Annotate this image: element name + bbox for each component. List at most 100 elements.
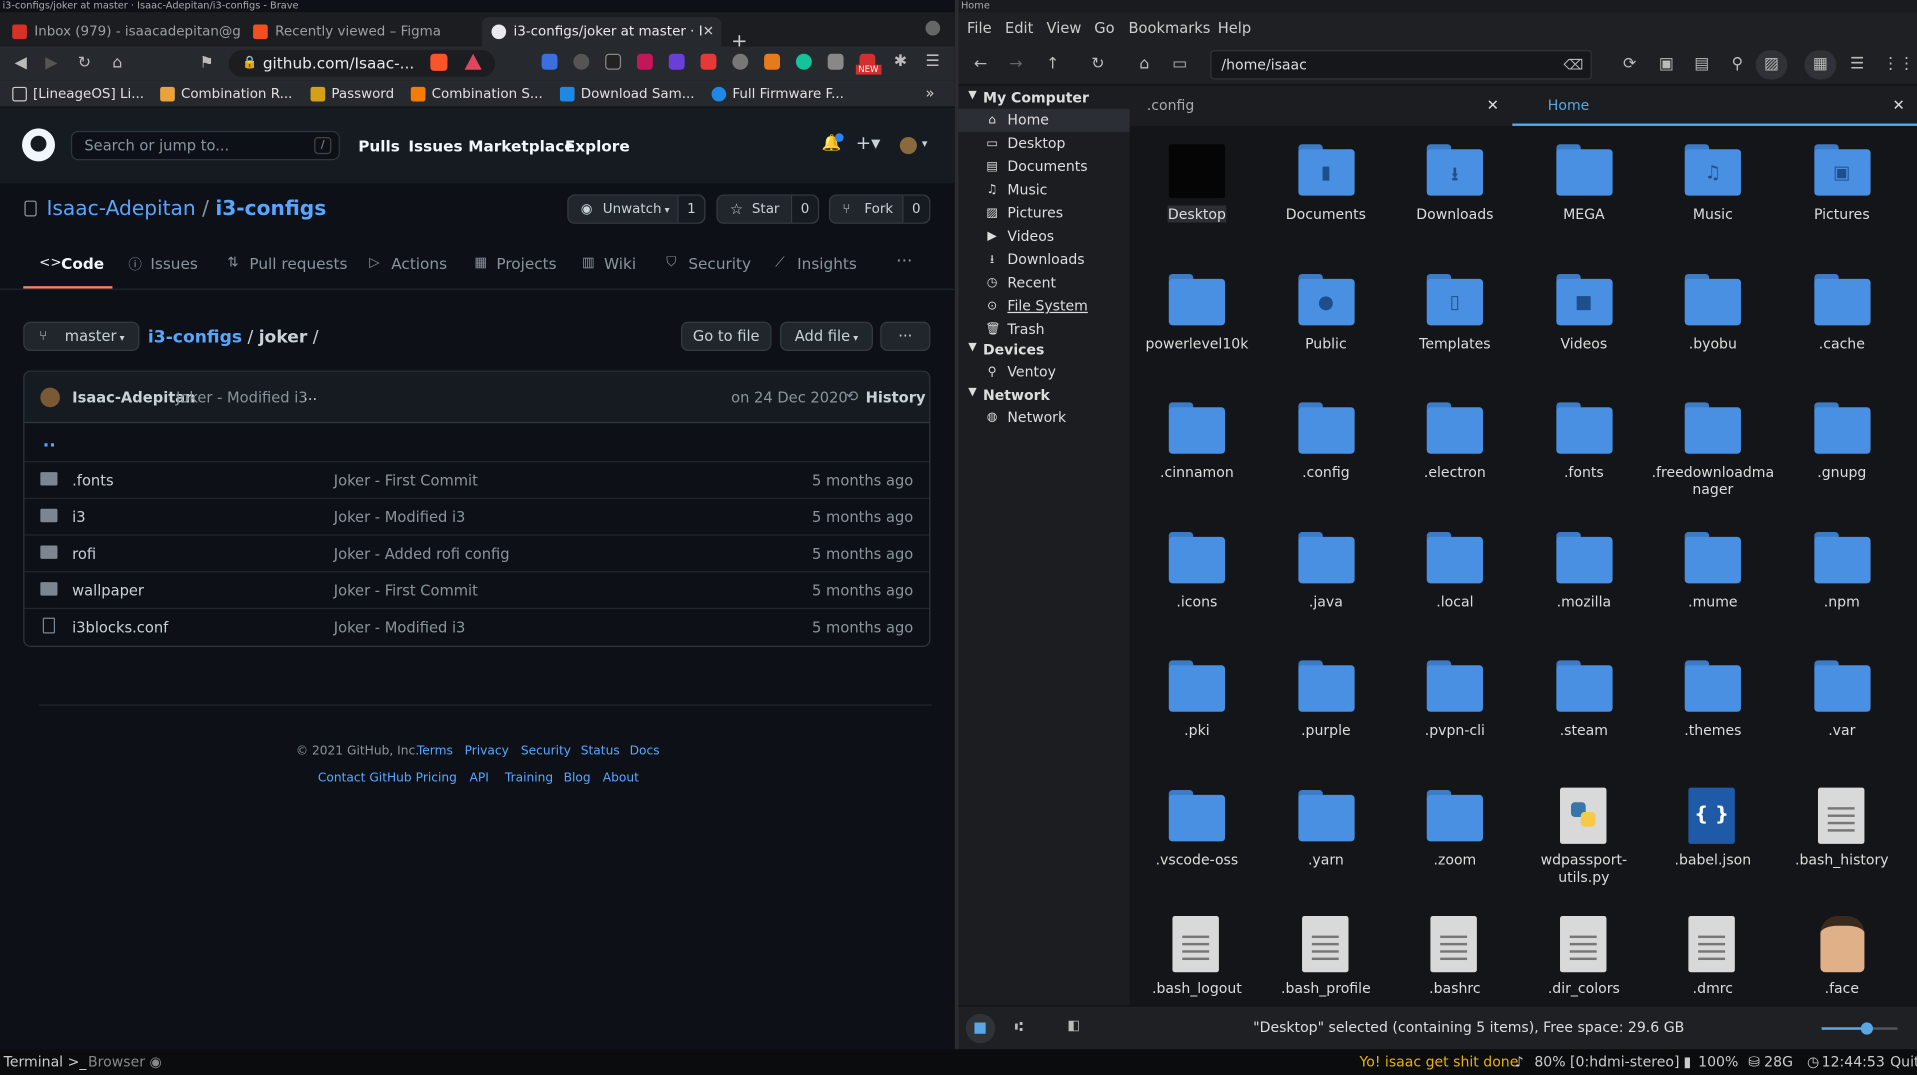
browser-tab-github[interactable]: i3-configs/joker at master · I ✕ xyxy=(481,17,722,47)
sidebar-item-home[interactable]: ⌂ Home xyxy=(958,108,1130,133)
history-link[interactable]: History xyxy=(866,389,926,406)
file-item[interactable]: .bash_history xyxy=(1778,777,1905,899)
file-item[interactable]: ▮ Documents xyxy=(1262,132,1389,254)
sidebar-item-pictures[interactable]: ▨ Pictures xyxy=(959,202,1130,225)
file-item[interactable]: .pki xyxy=(1133,648,1260,770)
new-folder-icon[interactable]: ▤ xyxy=(1692,55,1712,73)
watch-count[interactable]: 1 xyxy=(677,195,705,223)
file-item[interactable]: .var xyxy=(1778,648,1905,770)
breadcrumb-repo-link[interactable]: i3-configs xyxy=(148,328,242,348)
file-row[interactable]: i3blocks.conf Joker - Modified i3 5 months… xyxy=(24,607,930,645)
bookmark-item[interactable]: [LineageOS] Li... xyxy=(12,86,144,103)
file-item[interactable]: .fonts xyxy=(1520,390,1647,512)
file-item[interactable]: .dmrc xyxy=(1649,906,1776,1005)
file-item[interactable]: .pvpn-cli xyxy=(1391,648,1518,770)
repo-owner-link[interactable]: Isaac-Adepitan xyxy=(46,197,195,220)
sidebar-item-network[interactable]: ◍ Network xyxy=(959,406,1130,429)
sidebar-heading-devices[interactable]: ▼ Devices xyxy=(968,341,1044,358)
file-item[interactable]: ▣ Pictures xyxy=(1778,132,1905,254)
file-commit-message[interactable]: Joker - Modified i3 xyxy=(334,619,466,636)
zoom-slider-track[interactable] xyxy=(1821,1022,1898,1035)
fork-count[interactable]: 0 xyxy=(902,195,930,223)
file-row[interactable]: .fonts Joker - First Commit 5 months ago xyxy=(24,461,930,498)
tab-insights[interactable]: ⟋ Insights xyxy=(775,254,857,272)
unwatch-button[interactable]: ◉ Unwatch ▾ 1 xyxy=(567,194,706,224)
branch-selector[interactable]: ⑂ master ▾ xyxy=(23,321,140,351)
bookmark-item[interactable]: Full Firmware F... xyxy=(711,86,844,103)
file-item[interactable]: Desktop xyxy=(1133,132,1260,254)
file-item[interactable]: .freedownloadmanager xyxy=(1649,390,1776,512)
footer-link[interactable]: About xyxy=(603,772,639,785)
repo-name-link[interactable]: i3-configs xyxy=(215,197,326,220)
footer-link[interactable]: Contact GitHub xyxy=(318,772,412,785)
file-item[interactable]: ♫ Music xyxy=(1649,132,1776,254)
sidebar-item-ventoy[interactable]: ⚲ Ventoy xyxy=(959,361,1130,384)
bookmarks-overflow-icon[interactable]: » xyxy=(925,84,934,101)
bookmark-item[interactable]: Download Sam... xyxy=(559,86,695,103)
audio-status[interactable]: 80% [0:hdmi-stereo] xyxy=(1534,1049,1679,1075)
file-item[interactable]: .electron xyxy=(1391,390,1518,512)
sidebar-item-file-system[interactable]: ⊙ File System xyxy=(959,295,1130,318)
sidebar-heading-my-computer[interactable]: ▼ My Computer xyxy=(968,89,1089,106)
extension-youtube-icon[interactable] xyxy=(700,53,717,70)
github-search-input[interactable]: Search or jump to... / xyxy=(70,130,340,161)
tab-issues[interactable]: ⓘ Issues xyxy=(128,254,197,272)
nav-issues[interactable]: Issues xyxy=(408,137,462,155)
extension-notion-icon[interactable] xyxy=(605,53,622,70)
tab-code[interactable]: <> Code xyxy=(39,254,104,272)
extension-stack-icon[interactable] xyxy=(668,53,685,70)
home-icon[interactable]: ⌂ xyxy=(108,54,128,72)
extension-metamask-icon[interactable] xyxy=(764,53,781,70)
clear-location-icon[interactable]: ⌫ xyxy=(1563,51,1583,78)
workspace-browser[interactable]: Browser ◉ xyxy=(88,1049,162,1075)
parent-directory-link[interactable]: .. xyxy=(43,432,56,452)
back-icon[interactable]: ← xyxy=(971,55,991,73)
file-item[interactable]: .purple xyxy=(1262,648,1389,770)
file-item[interactable]: .yarn xyxy=(1262,777,1389,899)
file-item[interactable]: .config xyxy=(1262,390,1389,512)
workspace-terminal[interactable]: Terminal >_ xyxy=(4,1049,87,1075)
sidebar-toggle-icon[interactable]: ◧ xyxy=(1067,1018,1080,1034)
extension-grammarly-icon[interactable] xyxy=(795,53,812,70)
file-item[interactable]: .steam xyxy=(1520,648,1647,770)
quit-button[interactable]: Quit xyxy=(1890,1049,1917,1075)
extension-translate-icon[interactable] xyxy=(827,53,844,70)
sidebar-item-recent[interactable]: ◷ Recent xyxy=(959,272,1130,295)
more-options-button[interactable]: ··· xyxy=(880,321,931,351)
file-name-link[interactable]: rofi xyxy=(72,545,96,562)
file-item[interactable]: .themes xyxy=(1649,648,1776,770)
close-tab-icon[interactable]: ✕ xyxy=(1487,86,1499,125)
file-row[interactable]: i3 Joker - Modified i3 5 months ago xyxy=(24,497,930,535)
create-new-icon[interactable]: +▾ xyxy=(856,132,881,154)
up-icon[interactable]: ↑ xyxy=(1043,55,1063,73)
browser-tab-gmail[interactable]: Inbox (979) - isaacadepitan@g xyxy=(2,17,242,46)
footer-link[interactable]: Blog xyxy=(564,772,591,785)
url-field[interactable]: 🔒 github.com/Isaac-... xyxy=(228,50,496,78)
search-icon[interactable]: ⚲ xyxy=(1728,55,1748,73)
back-icon[interactable]: ◀ xyxy=(11,54,31,72)
file-item[interactable]: .icons xyxy=(1133,519,1260,641)
browser-tab-figma[interactable]: Recently viewed – Figma xyxy=(243,17,480,46)
file-commit-message[interactable]: Joker - First Commit xyxy=(334,472,478,489)
extension-pocket-icon[interactable] xyxy=(573,53,590,70)
tab-security[interactable]: ⛉ Security xyxy=(666,254,751,272)
extension-bitwarden-icon[interactable] xyxy=(541,53,558,70)
forward-icon[interactable]: → xyxy=(1006,55,1026,73)
nav-explore[interactable]: Explore xyxy=(565,137,630,155)
nav-pulls[interactable]: Pulls xyxy=(358,137,400,155)
menu-edit[interactable]: Edit xyxy=(1005,20,1033,37)
computer-icon[interactable]: ▭ xyxy=(1170,55,1190,73)
star-count[interactable]: 0 xyxy=(791,195,818,223)
file-item[interactable]: .dir_colors xyxy=(1520,906,1647,1005)
compact-view-icon[interactable]: ⋮⋮ xyxy=(1883,55,1915,73)
file-item[interactable]: .mume xyxy=(1649,519,1776,641)
list-view-icon[interactable]: ☰ xyxy=(1847,55,1867,73)
add-file-button[interactable]: Add file ▾ xyxy=(780,321,873,351)
footer-link[interactable]: Status xyxy=(581,745,620,758)
nav-marketplace[interactable]: Marketplace xyxy=(468,137,574,155)
file-item[interactable]: .local xyxy=(1391,519,1518,641)
star-button[interactable]: ☆ Star 0 xyxy=(716,194,820,224)
location-input[interactable]: /home/isaac ⌫ xyxy=(1210,50,1592,80)
file-name-link[interactable]: .fonts xyxy=(72,472,114,489)
sidebar-item-documents[interactable]: ▤ Documents xyxy=(959,155,1130,178)
